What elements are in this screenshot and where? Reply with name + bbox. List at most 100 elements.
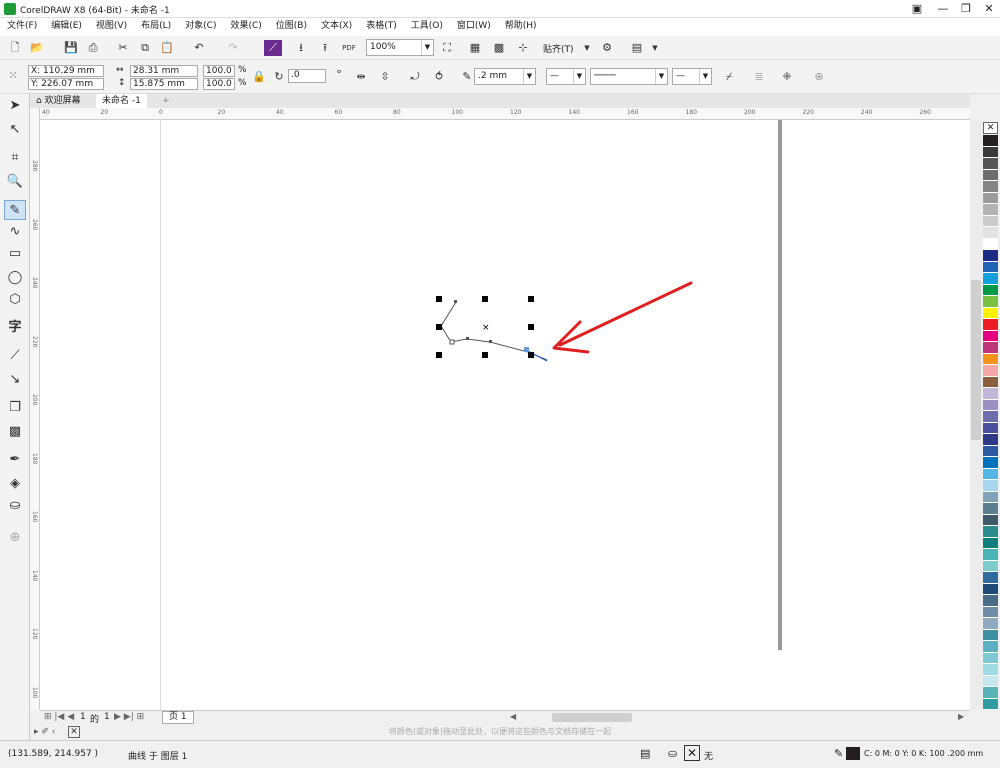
color-swatch[interactable] — [983, 698, 998, 710]
page-tab[interactable]: 页 1 — [162, 711, 194, 724]
page-nav-controls[interactable]: ⊞ |◀ ◀ — [44, 712, 74, 722]
options-gear-icon[interactable]: ⚙ — [598, 40, 616, 56]
polygon-tool-icon[interactable]: ⬡ — [4, 290, 26, 310]
page-nav-next-controls[interactable]: ▶ ▶| ⊞ — [114, 712, 144, 722]
transparency-tool-icon[interactable]: ▩ — [4, 422, 26, 442]
scale-x-field[interactable]: 100.0 — [203, 65, 235, 77]
import-icon[interactable]: ⭳ — [292, 40, 310, 56]
pick-tool-icon[interactable]: ➤ — [4, 96, 26, 116]
scroll-thumb[interactable] — [971, 280, 981, 440]
color-swatch[interactable] — [983, 468, 998, 480]
auto-close-curve-icon[interactable]: ⤾ — [406, 69, 424, 85]
color-swatch[interactable] — [983, 491, 998, 503]
menu-table[interactable]: 表格(T) — [359, 18, 404, 35]
color-swatch[interactable] — [983, 572, 998, 584]
no-color-icon[interactable]: ✕ — [68, 726, 80, 738]
color-swatch[interactable] — [983, 629, 998, 641]
crop-tool-icon[interactable]: ⌗ — [4, 148, 26, 168]
chevron-down-icon[interactable]: ▼ — [578, 40, 596, 56]
object-origin-icon[interactable]: ⁙ — [4, 68, 22, 84]
menu-help[interactable]: 帮助(H) — [498, 18, 544, 35]
color-swatch[interactable] — [983, 583, 998, 595]
tab-document[interactable]: 未命名 -1 — [96, 94, 147, 108]
drawing-canvas[interactable]: × — [40, 120, 970, 710]
save-icon[interactable]: 💾 — [62, 40, 80, 56]
color-swatch[interactable] — [983, 652, 998, 664]
color-swatch[interactable] — [983, 330, 998, 342]
add-icon[interactable]: ⊕ — [810, 69, 828, 85]
print-icon[interactable]: ⎙ — [84, 40, 102, 56]
close-button[interactable]: ✕ — [978, 1, 1000, 17]
color-swatch[interactable] — [983, 537, 998, 549]
curve-node[interactable] — [489, 340, 492, 343]
rectangle-tool-icon[interactable]: ▭ — [4, 244, 26, 264]
chevron-down-icon[interactable]: ▼ — [655, 69, 667, 84]
chevron-down-icon[interactable]: ▼ — [646, 40, 664, 56]
line-style-combo[interactable]: ──── ▼ — [590, 68, 668, 85]
color-swatch[interactable] — [983, 238, 998, 250]
select-all-nodes-icon[interactable]: ⁜ — [778, 69, 796, 85]
zoom-tool-icon[interactable]: 🔍 — [4, 172, 26, 192]
color-swatch[interactable] — [983, 399, 998, 411]
lock-ratio-icon[interactable]: 🔒 — [250, 69, 268, 85]
object-height-field[interactable]: 15.875 mm — [130, 78, 198, 90]
horizontal-scroll-thumb[interactable] — [552, 713, 632, 722]
smooth-nodes-icon[interactable]: ⥀ — [430, 69, 448, 85]
freehand-curve[interactable] — [440, 301, 548, 361]
menu-object[interactable]: 对象(C) — [178, 18, 223, 35]
new-document-icon[interactable]: 🗋 — [6, 40, 24, 56]
interactive-fill-tool-icon[interactable]: ◈ — [4, 474, 26, 494]
selection-handle-br[interactable] — [528, 352, 534, 358]
vertical-ruler[interactable]: 280 260 240 220 200 180 160 140 120 100 — [30, 108, 40, 710]
selection-handle-tr[interactable] — [528, 296, 534, 302]
color-swatch[interactable] — [983, 687, 998, 699]
object-width-field[interactable]: 28.31 mm — [130, 65, 198, 77]
scroll-right-icon[interactable]: ▶ — [958, 712, 964, 721]
curve-node-selected[interactable] — [524, 347, 529, 352]
chevron-down-icon[interactable]: ▼ — [699, 69, 711, 84]
snap-to-menu[interactable]: 贴齐(T) — [543, 42, 574, 55]
paste-icon[interactable]: 📋 — [158, 40, 176, 56]
color-swatch[interactable] — [983, 181, 998, 193]
color-swatch[interactable] — [983, 503, 998, 515]
menu-window[interactable]: 窗口(W) — [450, 18, 498, 35]
new-tab-icon[interactable]: + — [156, 94, 176, 108]
color-swatch[interactable] — [983, 215, 998, 227]
scale-y-field[interactable]: 100.0 — [203, 78, 235, 90]
smart-fill-tool-icon[interactable]: ⛀ — [4, 496, 26, 516]
color-swatch[interactable] — [983, 284, 998, 296]
color-swatch[interactable] — [983, 445, 998, 457]
curve-node[interactable] — [466, 337, 469, 340]
color-swatch[interactable] — [983, 457, 998, 469]
shape-tool-icon[interactable]: ↖ — [4, 120, 26, 140]
color-swatch[interactable] — [983, 422, 998, 434]
freehand-tool-icon[interactable]: ✎ — [4, 200, 26, 220]
application-launcher-icon[interactable]: ▤ — [628, 40, 646, 56]
connector-tool-icon[interactable]: ↘ — [4, 370, 26, 390]
outline-pen-icon[interactable]: ✎ — [834, 747, 843, 760]
color-swatch[interactable] — [983, 204, 998, 216]
fill-none-icon[interactable]: ✕ — [684, 745, 700, 761]
open-icon[interactable]: 📂 — [28, 40, 46, 56]
color-swatch[interactable] — [983, 135, 998, 147]
selection-handle-mr[interactable] — [528, 324, 534, 330]
color-swatch[interactable] — [983, 606, 998, 618]
parallel-dimension-tool-icon[interactable]: ⟋ — [4, 346, 26, 366]
menu-edit[interactable]: 编辑(E) — [44, 18, 89, 35]
search-content-icon[interactable]: ⟋ — [264, 40, 282, 56]
color-swatch[interactable] — [983, 480, 998, 492]
copy-icon[interactable]: ⧉ — [136, 40, 154, 56]
mirror-vertical-icon[interactable]: ⇳ — [376, 69, 394, 85]
color-swatch[interactable] — [983, 261, 998, 273]
cut-icon[interactable]: ✂ — [114, 40, 132, 56]
color-swatch[interactable] — [983, 365, 998, 377]
redo-icon[interactable]: ↷ — [224, 40, 242, 56]
no-color-swatch-icon[interactable]: ✕ — [983, 122, 998, 134]
color-swatch[interactable] — [983, 192, 998, 204]
color-swatch[interactable] — [983, 434, 998, 446]
show-grid-icon[interactable]: ▩ — [490, 40, 508, 56]
export-icon[interactable]: ⭱ — [316, 40, 334, 56]
selection-handle-tm[interactable] — [482, 296, 488, 302]
text-tool-icon[interactable]: 字 — [4, 318, 26, 338]
color-swatch[interactable] — [983, 618, 998, 630]
